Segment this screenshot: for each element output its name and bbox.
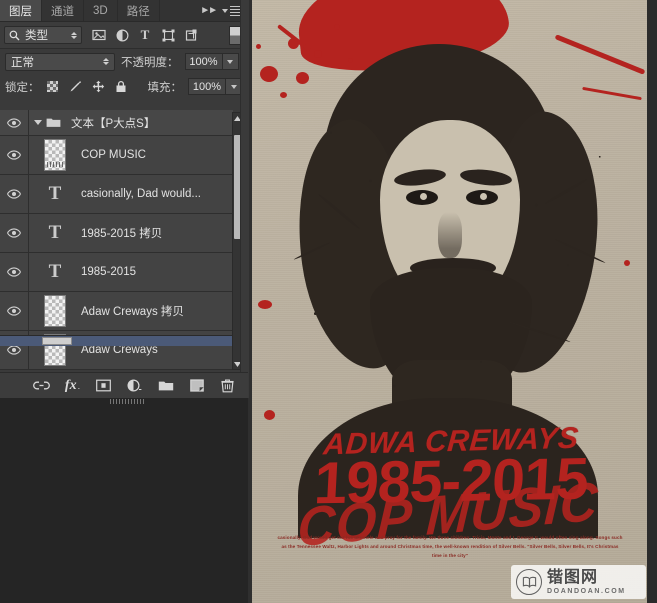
tab-3d-label: 3D [93,4,108,17]
new-adjustment-layer-icon[interactable] [126,377,143,394]
tab-paths[interactable]: 路径 [117,0,160,21]
tab-channels-label: 通道 [51,5,74,18]
lock-all-icon[interactable] [115,80,128,93]
panel-menu-icon[interactable] [222,5,241,16]
filter-type-icon[interactable]: T [138,27,152,42]
poster-body-text: casionally, Dad would get out his ukuole… [277,535,623,558]
lock-position-icon[interactable] [92,80,105,93]
layers-bottom-bar[interactable]: fx. [0,372,248,404]
link-layers-icon[interactable] [33,377,50,394]
layers-panel[interactable]: 图层 通道 3D 路径 ►► 类型 T 正常 不透明度： 100% 锁定： 填充… [0,0,249,404]
blend-mode-select[interactable]: 正常 [5,52,115,71]
layer-name[interactable]: casionally, Dad would... [81,188,201,200]
poster-artwork[interactable]: COP MUSIC ADWA CREWAYS 1985-2015 casiona… [252,0,647,603]
new-layer-icon[interactable] [188,377,205,394]
fill-value[interactable]: 100% [188,78,226,95]
filter-pixel-icon[interactable] [92,28,106,42]
document-canvas[interactable]: COP MUSIC ADWA CREWAYS 1985-2015 casiona… [248,0,657,603]
layer-visibility-toggle[interactable] [0,253,29,291]
layer-row-1985-2015-copy[interactable]: T 1985-2015 拷贝 [0,214,233,253]
eye-icon[interactable] [7,267,21,277]
poster-years: 1985-2015 [312,445,590,517]
folder-icon [46,117,61,128]
panel-right-edge [240,0,249,398]
chevron-updown-icon[interactable] [71,31,77,39]
layer-kind-label: 类型 [25,30,48,42]
type-layer-thumbnail[interactable]: T [29,253,81,291]
chevron-updown-icon[interactable] [103,58,109,65]
layer-row-adaw-creways-copy[interactable]: Adaw Creways 拷贝 [0,292,233,331]
filter-shape-icon[interactable] [161,28,175,42]
layer-name[interactable]: 1985-2015 [81,266,136,278]
layer-visibility-toggle[interactable] [0,214,29,252]
delete-layer-icon[interactable] [219,377,236,394]
watermark: 锴图网 DOANDOAN.COM [511,565,646,599]
layer-name[interactable]: 1985-2015 拷贝 [81,225,162,241]
tab-channels[interactable]: 通道 [42,0,84,21]
layer-style-fx-icon[interactable]: fx. [64,377,81,394]
opacity-dropdown-button[interactable] [222,53,239,70]
type-layer-thumbnail[interactable]: T [29,175,81,213]
layer-visibility-toggle[interactable] [0,136,29,174]
watermark-cn: 锴图网 [547,568,599,586]
lock-row[interactable]: 锁定： 填充： 100% [0,74,247,99]
lock-transparent-pixels-icon[interactable] [46,80,59,93]
watermark-en: DOANDOAN.COM [547,587,626,595]
tab-layers-label: 图层 [9,5,32,18]
filter-smartobject-icon[interactable] [184,28,198,42]
new-group-icon[interactable] [157,377,174,394]
blend-mode-value: 正常 [11,56,34,69]
tab-layers[interactable]: 图层 [0,0,42,21]
poster-typography: COP MUSIC ADWA CREWAYS 1985-2015 casiona… [252,0,647,603]
layer-row-1985-2015[interactable]: T 1985-2015 [0,253,233,292]
double-chevron-right-icon[interactable]: ►► [200,5,218,16]
layer-name[interactable]: 文本【P大点S】 [71,115,155,131]
layer-list-hscrollbar[interactable] [0,335,233,346]
panel-resize-grip[interactable] [110,399,146,404]
panel-tab-bar[interactable]: 图层 通道 3D 路径 ►► [0,0,247,22]
layer-row-casionally[interactable]: T casionally, Dad would... [0,175,233,214]
type-layer-thumbnail[interactable]: T [29,214,81,252]
layer-visibility-toggle[interactable] [0,175,29,213]
canvas-gutter-right [647,0,657,603]
chevron-down-icon[interactable] [34,120,42,125]
layer-row-group-text[interactable]: 文本【P大点S】 [0,110,233,136]
layer-filter-bar[interactable]: 类型 T [0,22,247,49]
tab-3d[interactable]: 3D [84,0,118,21]
eye-icon[interactable] [7,150,21,160]
eye-icon[interactable] [7,306,21,316]
search-icon [9,30,20,40]
layer-thumbnail[interactable] [29,136,81,174]
open-book-icon [516,569,542,595]
app-root: COP MUSIC ADWA CREWAYS 1985-2015 casiona… [0,0,657,603]
layer-name[interactable]: COP MUSIC [81,149,146,161]
layer-row-cop-music[interactable]: COP MUSIC [0,136,233,175]
eye-icon[interactable] [7,117,21,128]
opacity-value[interactable]: 100% [184,53,223,70]
eye-icon[interactable] [7,345,21,355]
hscrollbar-thumb[interactable] [42,337,72,345]
layer-visibility-toggle[interactable] [0,292,29,330]
lock-image-pixels-icon[interactable] [69,80,82,93]
fill-label: 填充： [147,81,183,94]
opacity-label: 不透明度： [121,56,179,69]
tab-paths-label: 路径 [126,5,150,18]
blend-mode-row[interactable]: 正常 不透明度： 100% [0,49,247,74]
layer-visibility-toggle[interactable] [0,110,29,135]
eye-icon[interactable] [7,189,21,199]
layer-thumbnail[interactable] [29,292,81,330]
layer-name[interactable]: Adaw Creways 拷贝 [81,303,184,319]
layer-list[interactable]: 文本【P大点S】 COP MUSIC T casionally, Dad wou… [0,110,248,372]
add-layer-mask-icon[interactable] [95,377,112,394]
filter-adjustment-icon[interactable] [115,28,129,42]
layer-kind-select[interactable]: 类型 [4,26,82,44]
lock-label: 锁定： [5,81,40,94]
group-disclosure[interactable] [29,117,71,128]
eye-icon[interactable] [7,228,21,238]
